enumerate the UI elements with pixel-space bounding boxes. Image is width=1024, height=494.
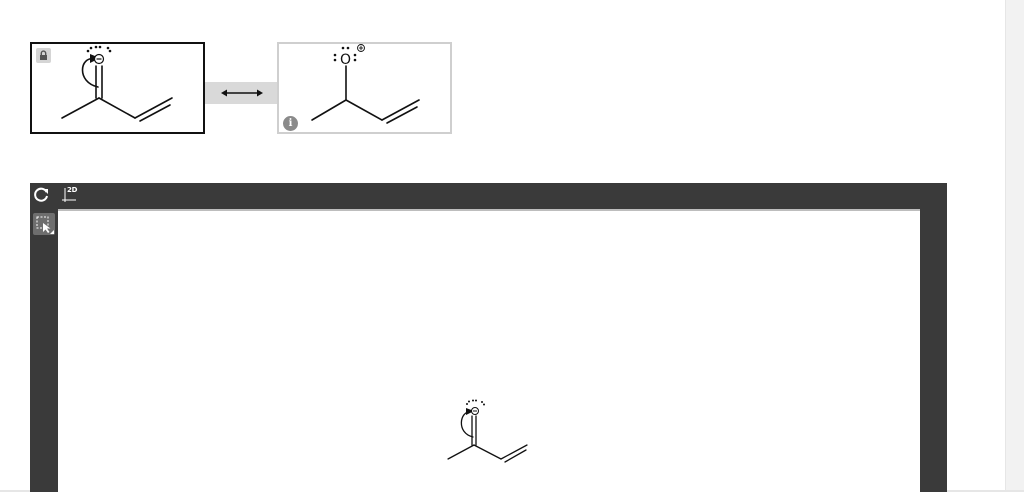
editor-toolbar: 2D (30, 183, 947, 209)
resonance-connector (205, 82, 277, 104)
select-lasso-icon[interactable] (33, 213, 55, 235)
structure-drawing: O (311, 44, 420, 124)
2d-label: 2D (67, 186, 78, 194)
atom-label: O (340, 52, 351, 68)
right-scroll-strip (1005, 0, 1024, 492)
structure-drawing (61, 45, 173, 122)
clean-2d-button[interactable]: 2D (62, 186, 82, 204)
info-icon[interactable]: i (283, 116, 298, 131)
resonance-card[interactable]: O i (277, 42, 452, 134)
lock-icon (36, 48, 51, 63)
molecule-drawing (447, 399, 528, 463)
refresh-icon[interactable] (32, 186, 50, 204)
resonance-card-selected[interactable] (30, 42, 205, 134)
drawing-canvas[interactable] (58, 209, 920, 492)
structure-editor: 2D (30, 183, 947, 492)
